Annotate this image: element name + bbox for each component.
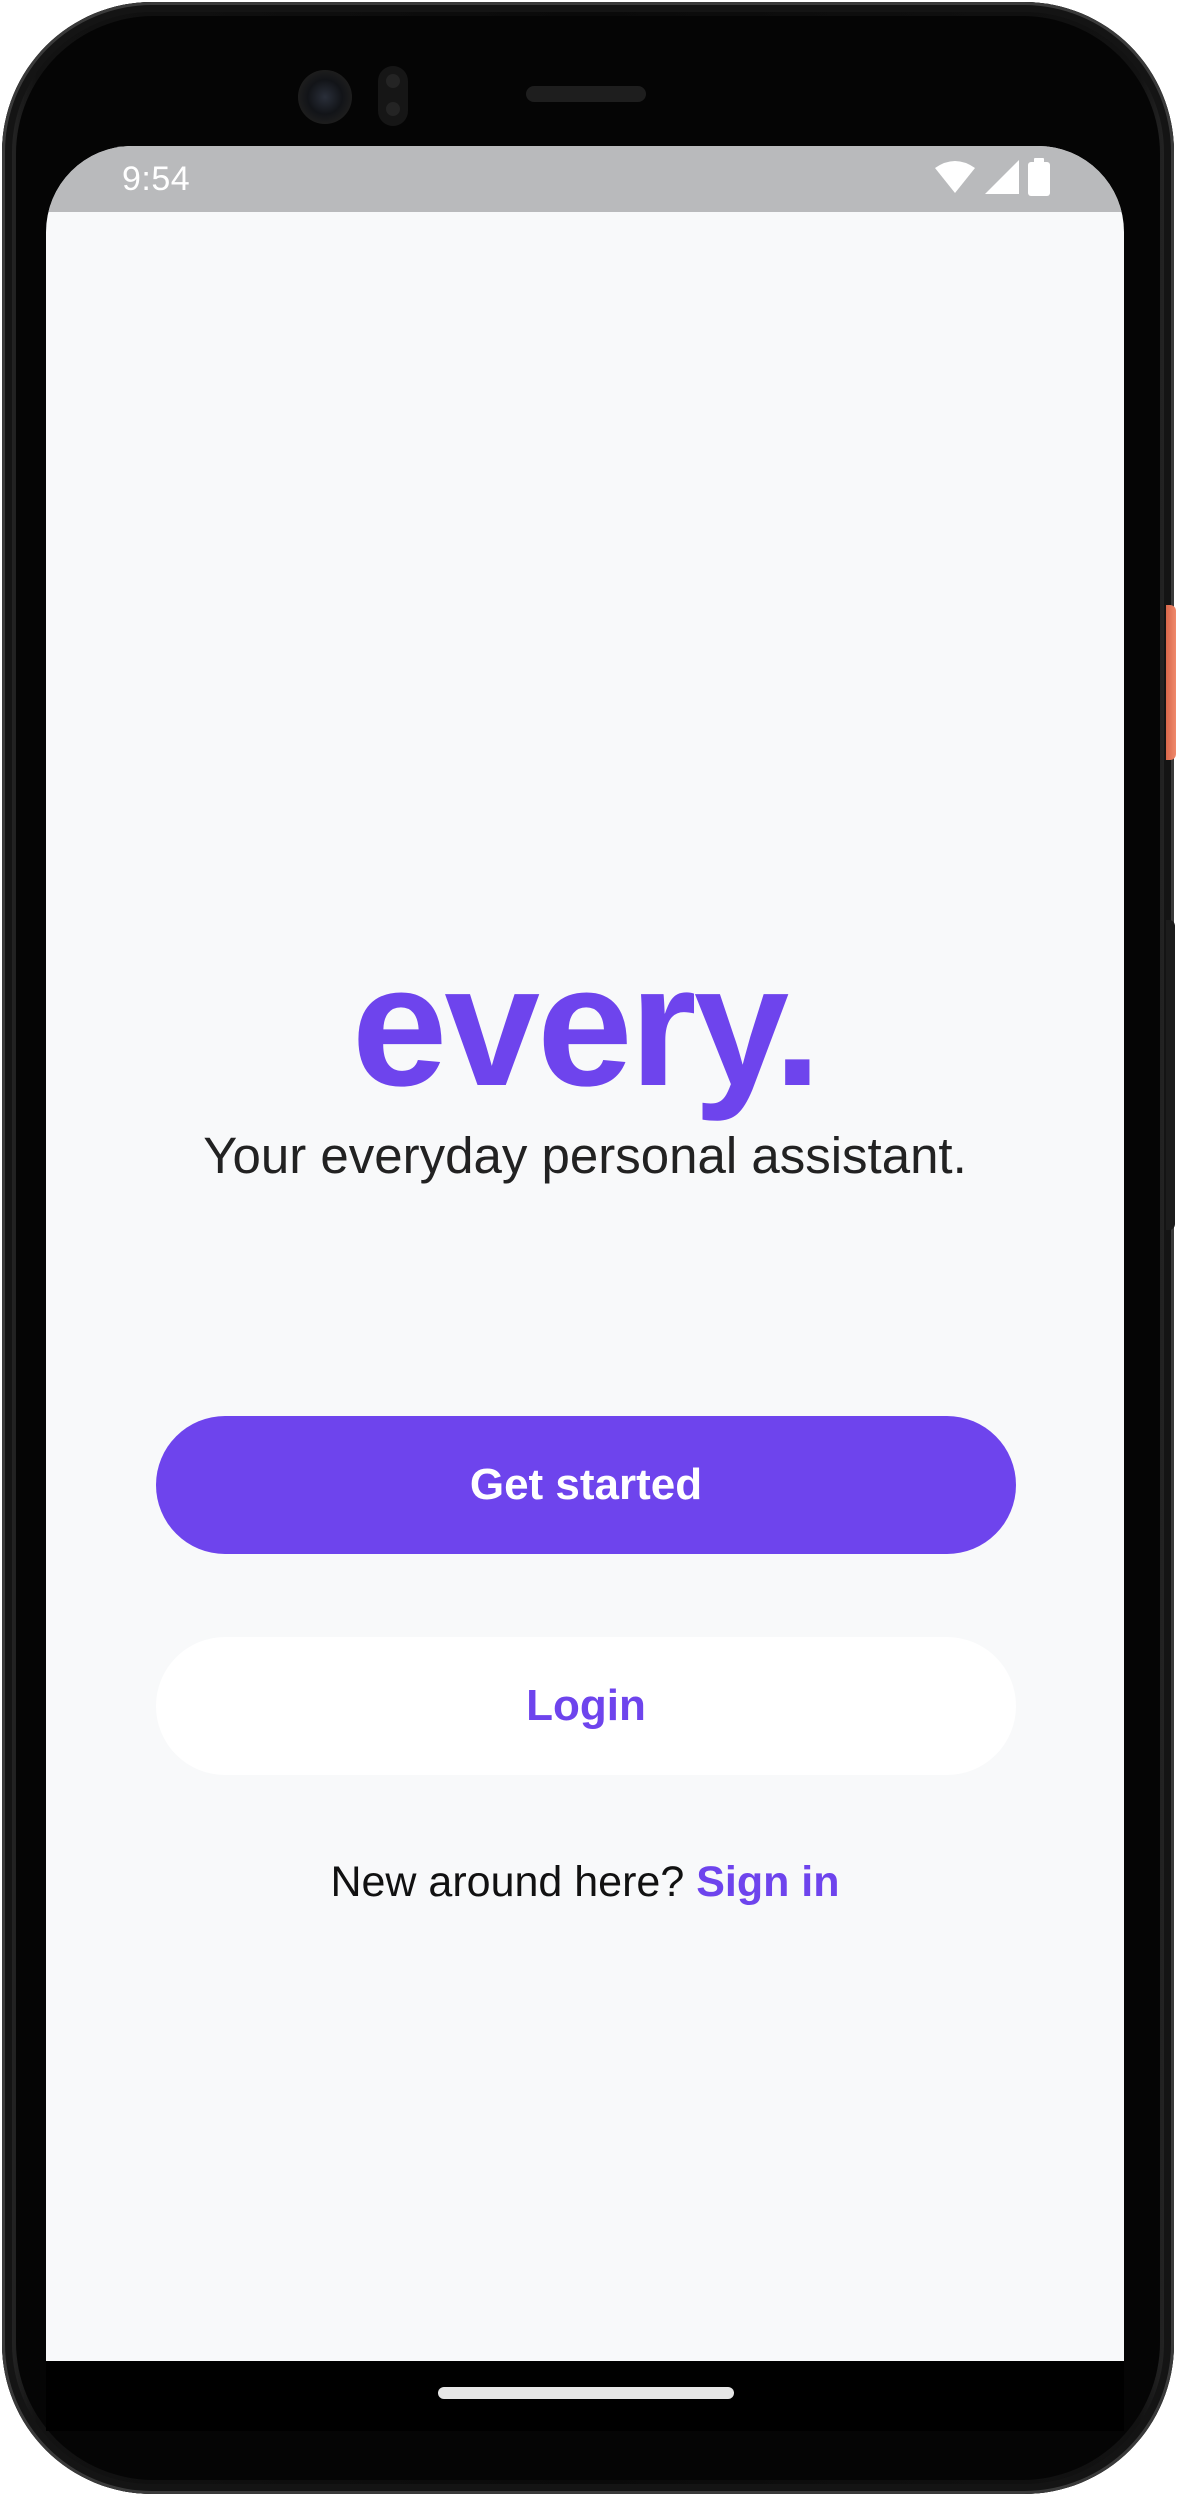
proximity-sensor xyxy=(378,66,408,126)
earpiece-speaker xyxy=(526,86,646,102)
status-bar: 9:54 xyxy=(46,146,1124,212)
cellular-signal-icon xyxy=(984,159,1020,200)
app-screen: 9:54 every. Your everyday personal assis… xyxy=(46,146,1124,2361)
brand-logo: every. xyxy=(351,930,822,1122)
status-time: 9:54 xyxy=(122,160,191,198)
get-started-button[interactable]: Get started xyxy=(156,1416,1016,1554)
status-icons xyxy=(934,157,1050,201)
battery-icon xyxy=(1028,157,1050,201)
home-gesture-handle[interactable] xyxy=(438,2387,734,2399)
brand-tagline: Your everyday personal assistant. xyxy=(203,1127,967,1184)
volume-button xyxy=(1166,920,1175,1230)
power-button xyxy=(1166,605,1176,760)
front-camera xyxy=(298,70,352,124)
wifi-icon xyxy=(934,160,976,199)
login-button[interactable]: Login xyxy=(156,1637,1016,1775)
signup-prompt-row: New around here? Sign in xyxy=(46,1856,1124,1908)
sign-in-link[interactable]: Sign in xyxy=(696,1858,839,1906)
signup-prompt-text: New around here? xyxy=(330,1858,685,1906)
